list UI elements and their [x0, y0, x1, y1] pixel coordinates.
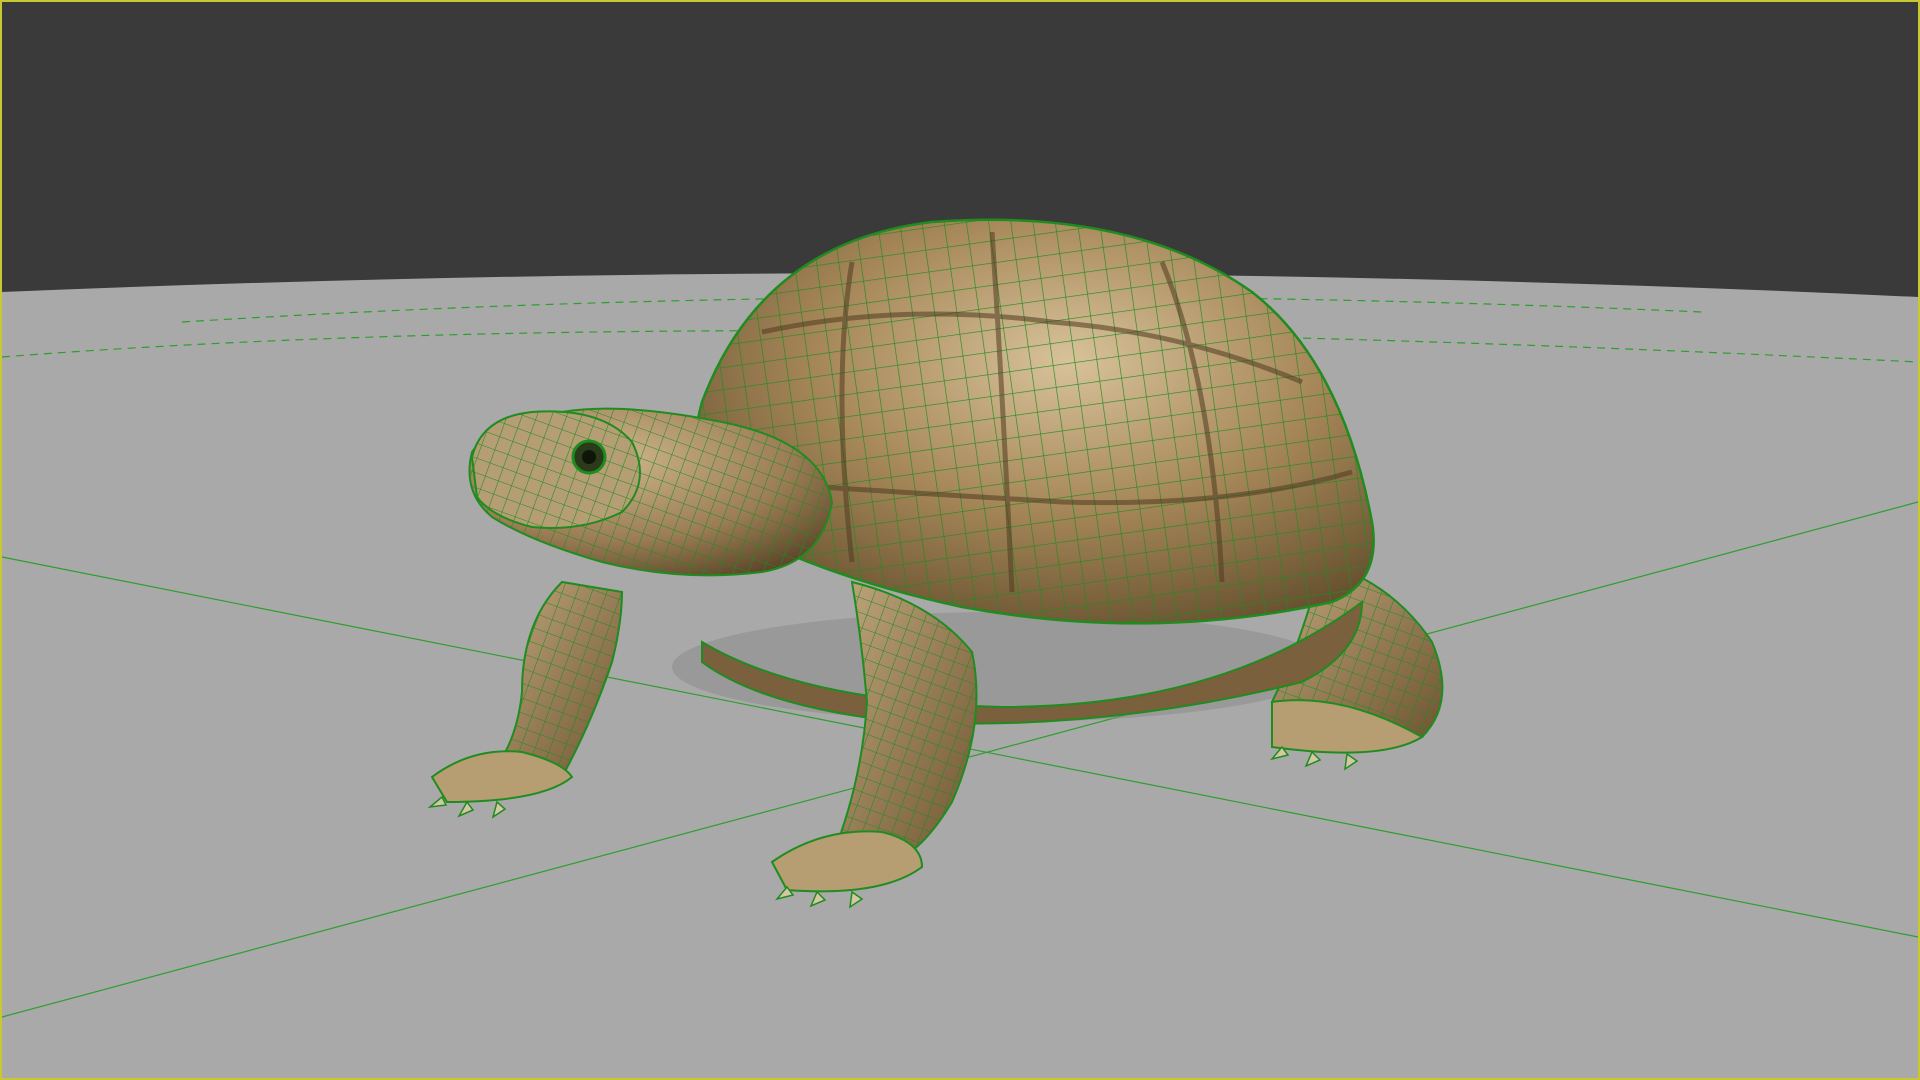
- 3d-viewport[interactable]: [0, 0, 1920, 1080]
- turtle-shadow: [672, 612, 1332, 722]
- turtle-pupil: [582, 450, 596, 464]
- viewport-scene[interactable]: [2, 2, 1918, 1078]
